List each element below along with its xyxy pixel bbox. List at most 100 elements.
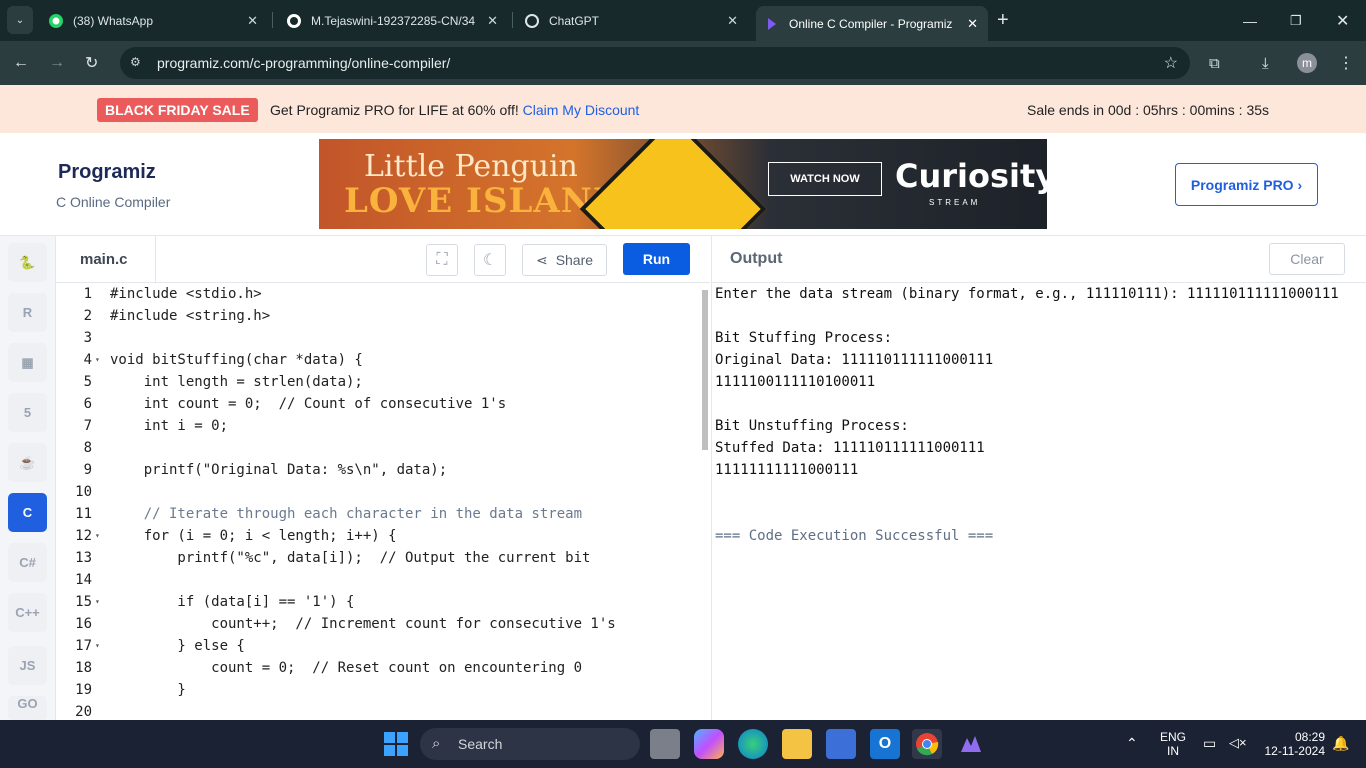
code-line[interactable]: 18 count = 0; // Reset count on encounte… <box>56 657 696 679</box>
code-line[interactable]: 17 ▾ } else { <box>56 635 696 657</box>
code-line[interactable]: 5 int length = strlen(data); <box>56 371 696 393</box>
editor-scrollbar[interactable] <box>702 290 708 450</box>
tray-overflow-icon[interactable]: ⌃ <box>1126 736 1138 750</box>
copilot-icon[interactable] <box>694 729 724 759</box>
output-panel: Enter the data stream (binary format, e.… <box>711 283 1366 720</box>
notification-icon[interactable]: 🔔 <box>1332 736 1349 750</box>
code-line[interactable]: 6 int count = 0; // Count of consecutive… <box>56 393 696 415</box>
bookmark-star-icon[interactable]: ☆ <box>1164 53 1178 73</box>
code-line[interactable]: 12 ▾ for (i = 0; i < length; i++) { <box>56 525 696 547</box>
tab-programiz[interactable]: Online C Compiler - Programiz ✕ <box>756 6 988 41</box>
advertisement-banner[interactable]: Little Penguin LOVE ISLAND WATCH NOW Cur… <box>319 139 1047 229</box>
output-line: Stuffed Data: 111110111111000111 <box>715 440 985 456</box>
store-icon[interactable] <box>826 729 856 759</box>
app-icon[interactable] <box>956 729 986 759</box>
cpp-icon[interactable]: C++ <box>8 593 47 632</box>
restore-icon[interactable]: ❐ <box>1290 0 1302 41</box>
edge-icon[interactable] <box>738 729 768 759</box>
editor-toolbar: main.c ⛶ ☾ ⋖ Share Run <box>56 236 710 283</box>
csharp-icon[interactable]: C# <box>8 543 47 582</box>
browser-menu-icon[interactable]: ⋮ <box>1338 41 1354 85</box>
site-header: Programiz C Online Compiler Little Pengu… <box>0 133 1366 236</box>
ad-watch-button[interactable]: WATCH NOW <box>768 162 882 196</box>
code-line[interactable]: 13 printf("%c", data[i]); // Output the … <box>56 547 696 569</box>
fold-arrow-icon[interactable]: ▾ <box>95 525 100 547</box>
code-line[interactable]: 14 <box>56 569 696 591</box>
language-indicator[interactable]: ENG IN <box>1160 730 1186 758</box>
r-icon[interactable]: R <box>8 293 47 332</box>
clock[interactable]: 08:29 12-11-2024 <box>1259 730 1326 758</box>
python-icon[interactable]: 🐍 <box>8 243 47 282</box>
reload-icon[interactable]: ↻ <box>85 41 98 85</box>
code-line[interactable]: 8 <box>56 437 696 459</box>
extensions-icon[interactable]: ⧉ <box>1209 41 1220 85</box>
code-editor[interactable]: 1 #include <stdio.h> 2 #include <string.h> 3… <box>56 283 710 720</box>
code-text: printf("Original Data: %s\n", data); <box>110 462 448 478</box>
url-field[interactable]: ⚙ programiz.com/c-programming/online-com… <box>120 47 1190 79</box>
dark-mode-icon[interactable]: ☾ <box>474 244 506 276</box>
programiz-logo[interactable]: Programiz <box>58 161 156 184</box>
close-tab-icon[interactable]: ✕ <box>967 16 978 32</box>
code-line[interactable]: 10 <box>56 481 696 503</box>
task-view-icon[interactable] <box>650 729 680 759</box>
code-line[interactable]: 19 } <box>56 679 696 701</box>
volume-icon[interactable]: ◁× <box>1229 736 1247 750</box>
c-icon[interactable]: C <box>8 493 47 532</box>
region-code: IN <box>1167 744 1179 758</box>
code-line[interactable]: 4 ▾ void bitStuffing(char *data) { <box>56 349 696 371</box>
sql-icon[interactable]: ▦ <box>8 343 47 382</box>
fullscreen-icon[interactable]: ⛶ <box>426 244 458 276</box>
code-line[interactable]: 15 ▾ if (data[i] == '1') { <box>56 591 696 613</box>
code-line[interactable]: 7 int i = 0; <box>56 415 696 437</box>
html-icon[interactable]: 5 <box>8 393 47 432</box>
network-icon[interactable]: ▭ <box>1203 736 1216 750</box>
profile-avatar[interactable]: m <box>1297 53 1317 73</box>
close-tab-icon[interactable]: ✕ <box>487 13 498 29</box>
go-icon[interactable]: GO <box>8 696 47 720</box>
site-info-icon[interactable]: ⚙ <box>130 55 141 69</box>
java-icon[interactable]: ☕ <box>8 443 47 482</box>
github-icon <box>286 13 302 29</box>
chrome-icon[interactable] <box>912 729 942 759</box>
claim-discount-link[interactable]: Claim My Discount <box>523 102 640 118</box>
code-line[interactable]: 3 <box>56 327 696 349</box>
code-line[interactable]: 9 printf("Original Data: %s\n", data); <box>56 459 696 481</box>
file-explorer-icon[interactable] <box>782 729 812 759</box>
tab-label: Online C Compiler - Programiz <box>789 16 953 31</box>
new-tab-icon[interactable]: + <box>997 0 1009 41</box>
taskbar-search[interactable]: ⌕ Search <box>420 728 640 760</box>
code-line[interactable]: 2 #include <string.h> <box>56 305 696 327</box>
tab-chatgpt[interactable]: ChatGPT ✕ <box>524 0 748 41</box>
download-icon[interactable]: ⤓ <box>1262 41 1269 85</box>
fold-arrow-icon[interactable]: ▾ <box>95 349 100 371</box>
forward-icon[interactable]: → <box>49 41 65 85</box>
code-line[interactable]: 20 <box>56 701 696 720</box>
run-button[interactable]: Run <box>623 243 690 275</box>
code-text: // Iterate through each character in the… <box>110 506 583 522</box>
close-tab-icon[interactable]: ✕ <box>247 13 258 29</box>
programiz-pro-button[interactable]: Programiz PRO › <box>1175 163 1318 206</box>
share-button[interactable]: ⋖ Share <box>522 244 607 276</box>
code-line[interactable]: 11 // Iterate through each character in … <box>56 503 696 525</box>
code-line[interactable]: 1 #include <stdio.h> <box>56 283 696 305</box>
minimize-icon[interactable]: — <box>1243 0 1257 41</box>
code-text: void bitStuffing(char *data) { <box>110 352 363 368</box>
close-window-icon[interactable]: ✕ <box>1336 0 1349 41</box>
line-number: 13 <box>75 550 92 566</box>
js-icon[interactable]: JS <box>8 646 47 685</box>
tab-whatsapp[interactable]: (38) WhatsApp ✕ <box>48 0 268 41</box>
tab-search-button[interactable]: ⌄ <box>7 6 33 34</box>
tab-separator <box>512 12 513 28</box>
windows-start-icon[interactable] <box>381 729 411 759</box>
code-line[interactable]: 16 count++; // Increment count for conse… <box>56 613 696 635</box>
browser-tab-bar: ⌄ (38) WhatsApp ✕ M.Tejaswini-192372285-… <box>0 0 1366 41</box>
file-tab[interactable]: main.c <box>56 236 156 283</box>
tab-github[interactable]: M.Tejaswini-192372285-CN/34 ✕ <box>286 0 508 41</box>
promo-banner: BLACK FRIDAY SALE Get Programiz PRO for … <box>0 85 1366 133</box>
close-tab-icon[interactable]: ✕ <box>727 13 738 29</box>
fold-arrow-icon[interactable]: ▾ <box>95 635 100 657</box>
fold-arrow-icon[interactable]: ▾ <box>95 591 100 613</box>
back-icon[interactable]: ← <box>13 41 29 85</box>
outlook-icon[interactable]: O <box>870 729 900 759</box>
clear-button[interactable]: Clear <box>1269 243 1345 275</box>
